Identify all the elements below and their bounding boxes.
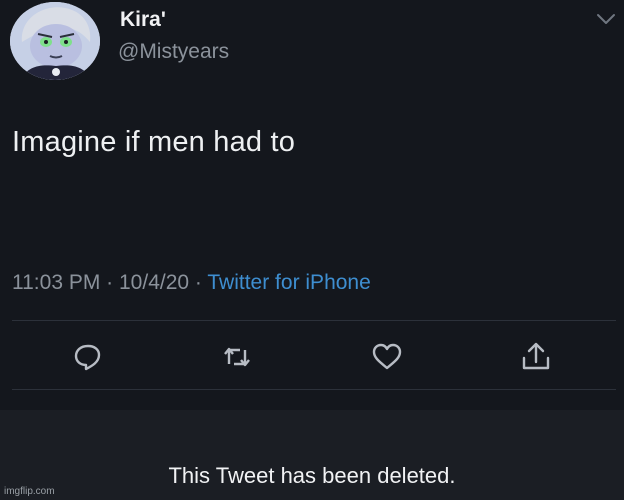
tweet-source-link[interactable]: Twitter for iPhone [207, 271, 370, 294]
meta-separator: · [189, 271, 208, 294]
heart-icon [372, 343, 402, 370]
tweet-date: 10/4/20 [119, 271, 190, 294]
share-icon [522, 342, 550, 370]
avatar-image [10, 2, 100, 80]
chevron-down-icon[interactable] [596, 12, 616, 26]
divider [12, 320, 616, 321]
deleted-notice-text: This Tweet has been deleted. [168, 463, 456, 488]
tweet-time: 11:03 PM [12, 271, 101, 294]
retweet-button[interactable] [220, 340, 254, 374]
avatar[interactable] [10, 2, 100, 80]
like-button[interactable] [370, 340, 404, 374]
user-handle[interactable]: @Mistyears [118, 40, 229, 64]
watermark: imgflip.com [4, 486, 55, 497]
display-name[interactable]: Kira' [120, 8, 166, 32]
divider [12, 389, 616, 390]
tweet-text: Imagine if men had to [12, 126, 296, 158]
share-button[interactable] [519, 340, 553, 374]
reply-button[interactable] [71, 340, 105, 374]
tweet-card: Kira' @Mistyears Imagine if men had to 1… [0, 0, 624, 410]
reply-icon [74, 344, 101, 371]
meta-separator: · [100, 271, 119, 294]
retweet-icon [224, 347, 250, 367]
tweet-metadata: 11:03 PM · 10/4/20 · Twitter for iPhone [12, 271, 371, 295]
